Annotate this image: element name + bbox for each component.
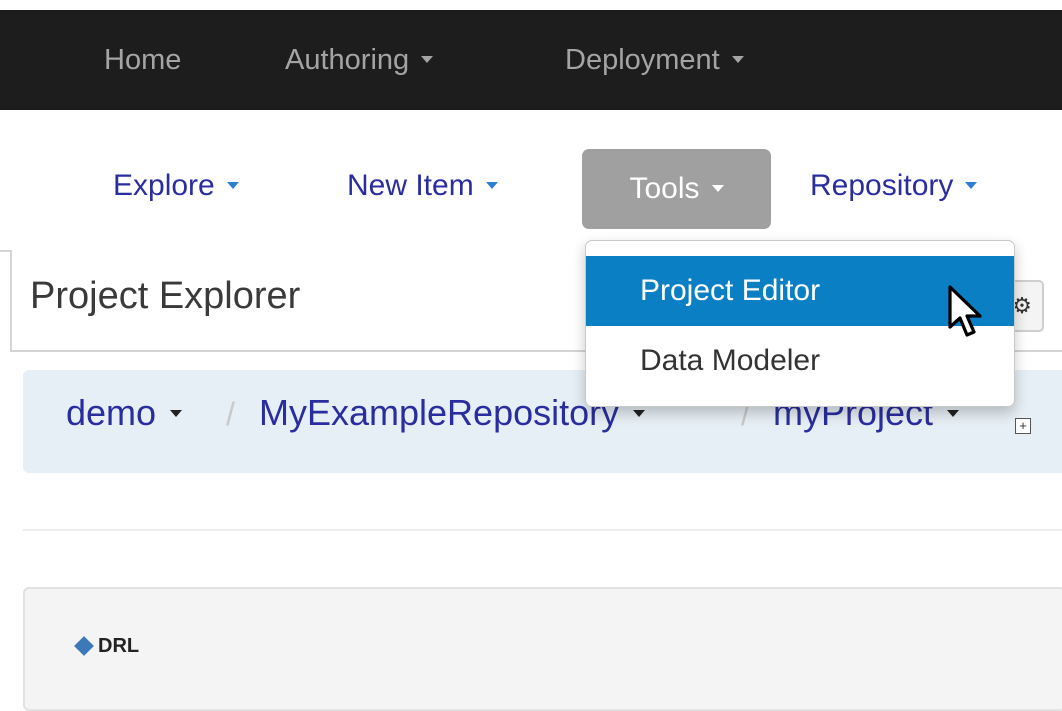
nav-explore-label: Explore — [113, 169, 215, 202]
chevron-down-icon — [711, 184, 724, 192]
breadcrumb-org[interactable]: demo — [66, 392, 183, 434]
nav-authoring-label: Authoring — [285, 44, 410, 76]
chevron-down-icon — [226, 181, 239, 189]
breadcrumb-repository-label: MyExampleRepository — [259, 392, 620, 433]
nav-new-item-label: New Item — [347, 169, 474, 202]
chevron-down-icon — [421, 55, 434, 63]
nav-home[interactable]: Home — [104, 10, 181, 110]
nav-deployment-label: Deployment — [565, 44, 720, 76]
mouse-pointer-icon — [948, 285, 982, 337]
chevron-down-icon — [633, 409, 646, 417]
chevron-down-icon — [731, 55, 744, 63]
secondary-navbar: Explore New Item Repository — [0, 110, 1062, 252]
chevron-down-icon — [947, 409, 960, 417]
asset-group-panel: DRL — [23, 587, 1062, 711]
plus-box-icon[interactable]: + — [1015, 418, 1031, 434]
gear-icon: ⚙ — [1012, 293, 1032, 318]
nav-repository[interactable]: Repository — [810, 158, 978, 214]
diamond-icon — [74, 636, 94, 656]
chevron-down-icon — [965, 181, 978, 189]
breadcrumb-org-label: demo — [66, 392, 157, 433]
top-navbar: Home Authoring Deployment — [0, 10, 1062, 110]
nav-repository-label: Repository — [810, 169, 954, 202]
tools-label: Tools — [629, 172, 700, 205]
breadcrumb-separator: / — [226, 396, 235, 432]
nav-authoring[interactable]: Authoring — [285, 10, 434, 110]
tools-menu-button[interactable]: Tools — [582, 149, 771, 229]
nav-home-label: Home — [104, 44, 182, 76]
nav-explore[interactable]: Explore — [113, 158, 239, 214]
chevron-down-icon — [485, 181, 498, 189]
nav-new-item[interactable]: New Item — [347, 158, 498, 214]
chevron-down-icon — [170, 409, 183, 417]
asset-group-label: DRL — [98, 635, 140, 657]
nav-deployment[interactable]: Deployment — [565, 10, 744, 110]
divider — [23, 529, 1062, 531]
page-title: Project Explorer — [30, 275, 301, 317]
